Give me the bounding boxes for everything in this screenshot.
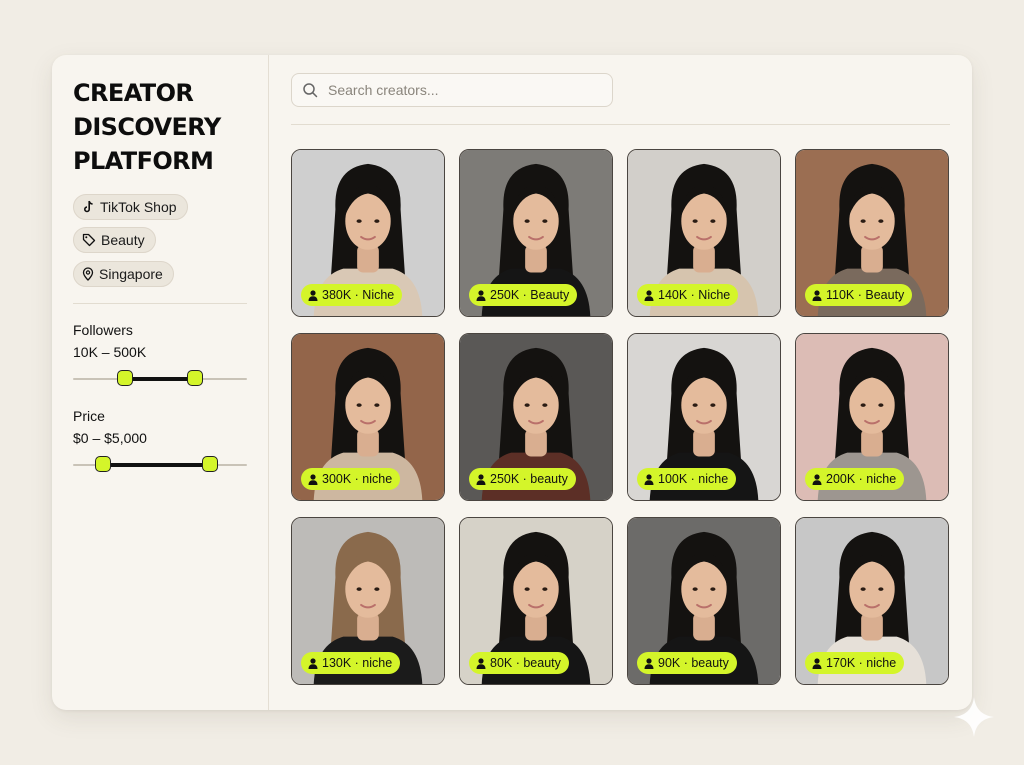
location-pin-icon bbox=[82, 267, 94, 281]
creator-card[interactable]: 140K · Niche bbox=[627, 149, 781, 317]
user-icon bbox=[308, 473, 318, 485]
creator-card[interactable]: 250K · Beauty bbox=[459, 149, 613, 317]
badge-label: 140K · Niche bbox=[658, 288, 731, 302]
sidebar-divider bbox=[73, 303, 247, 304]
page-title: CREATOR DISCOVERY PLATFORM bbox=[73, 79, 221, 175]
creator-badge: 90K · beauty bbox=[637, 652, 737, 674]
price-slider[interactable] bbox=[73, 455, 247, 475]
badge-label: 80K · beauty bbox=[490, 656, 561, 670]
creator-badge: 110K · Beauty bbox=[805, 284, 913, 306]
chip-tiktok-shop[interactable]: TikTok Shop bbox=[73, 194, 188, 220]
badge-label: 90K · beauty bbox=[658, 656, 729, 670]
creator-badge: 80K · beauty bbox=[469, 652, 569, 674]
price-label: Price bbox=[73, 408, 105, 424]
creator-card[interactable]: 90K · beauty bbox=[627, 517, 781, 685]
sparkle-icon bbox=[954, 697, 994, 737]
badge-label: 170K · niche bbox=[826, 656, 897, 670]
creator-badge: 250K · beauty bbox=[469, 468, 576, 490]
user-icon bbox=[644, 289, 654, 301]
followers-label: Followers bbox=[73, 322, 133, 338]
creator-card[interactable]: 110K · Beauty bbox=[795, 149, 949, 317]
creator-card[interactable]: 170K · niche bbox=[795, 517, 949, 685]
followers-max-handle[interactable] bbox=[186, 370, 203, 386]
creator-badge: 380K · Niche bbox=[301, 284, 403, 306]
search-box[interactable] bbox=[291, 73, 613, 107]
price-range: $0 – $5,000 bbox=[73, 430, 147, 446]
user-icon bbox=[644, 473, 654, 485]
creator-badge: 100K · niche bbox=[637, 468, 737, 490]
creator-grid: 380K · Niche 250K · Beauty 140K · Niche 110… bbox=[291, 149, 951, 687]
badge-label: 250K · beauty bbox=[490, 472, 568, 486]
search-input[interactable] bbox=[326, 81, 612, 99]
user-icon bbox=[812, 657, 822, 669]
slider-fill bbox=[102, 463, 211, 467]
creator-badge: 170K · niche bbox=[805, 652, 905, 674]
badge-label: 200K · niche bbox=[826, 472, 897, 486]
price-min-handle[interactable] bbox=[94, 456, 111, 472]
tiktok-icon bbox=[84, 200, 93, 213]
price-max-handle[interactable] bbox=[202, 456, 219, 472]
followers-min-handle[interactable] bbox=[117, 370, 134, 386]
badge-label: 300K · niche bbox=[322, 472, 393, 486]
chip-singapore[interactable]: Singapore bbox=[73, 261, 174, 287]
badge-label: 130K · niche bbox=[322, 656, 393, 670]
app-window: CREATOR DISCOVERY PLATFORM TikTok Shop B… bbox=[52, 55, 972, 710]
creator-card[interactable]: 250K · beauty bbox=[459, 333, 613, 501]
creator-card[interactable]: 200K · niche bbox=[795, 333, 949, 501]
followers-range: 10K – 500K bbox=[73, 344, 147, 360]
main-divider bbox=[291, 124, 950, 125]
slider-fill bbox=[125, 377, 195, 381]
chip-beauty[interactable]: Beauty bbox=[73, 227, 156, 253]
creator-badge: 140K · Niche bbox=[637, 284, 739, 306]
creator-badge: 200K · niche bbox=[805, 468, 905, 490]
badge-label: 110K · Beauty bbox=[826, 288, 905, 302]
filter-sidebar: CREATOR DISCOVERY PLATFORM TikTok Shop B… bbox=[52, 55, 269, 710]
search-icon bbox=[303, 83, 318, 98]
creator-badge: 130K · niche bbox=[301, 652, 401, 674]
creator-badge: 300K · niche bbox=[301, 468, 401, 490]
badge-label: 100K · niche bbox=[658, 472, 729, 486]
followers-slider[interactable] bbox=[73, 369, 247, 389]
creator-card[interactable]: 130K · niche bbox=[291, 517, 445, 685]
creator-card[interactable]: 380K · Niche bbox=[291, 149, 445, 317]
creator-card[interactable]: 100K · niche bbox=[627, 333, 781, 501]
chip-label: Beauty bbox=[101, 232, 145, 248]
creator-card[interactable]: 80K · beauty bbox=[459, 517, 613, 685]
user-icon bbox=[812, 473, 822, 485]
user-icon bbox=[476, 289, 486, 301]
chip-label: TikTok Shop bbox=[100, 199, 177, 215]
user-icon bbox=[644, 657, 654, 669]
badge-label: 380K · Niche bbox=[322, 288, 395, 302]
tag-icon bbox=[82, 233, 96, 247]
badge-label: 250K · Beauty bbox=[490, 288, 570, 302]
user-icon bbox=[812, 289, 822, 301]
user-icon bbox=[476, 473, 486, 485]
creator-badge: 250K · Beauty bbox=[469, 284, 578, 306]
chip-label: Singapore bbox=[99, 266, 163, 282]
user-icon bbox=[308, 289, 318, 301]
user-icon bbox=[308, 657, 318, 669]
user-icon bbox=[476, 657, 486, 669]
creator-card[interactable]: 300K · niche bbox=[291, 333, 445, 501]
